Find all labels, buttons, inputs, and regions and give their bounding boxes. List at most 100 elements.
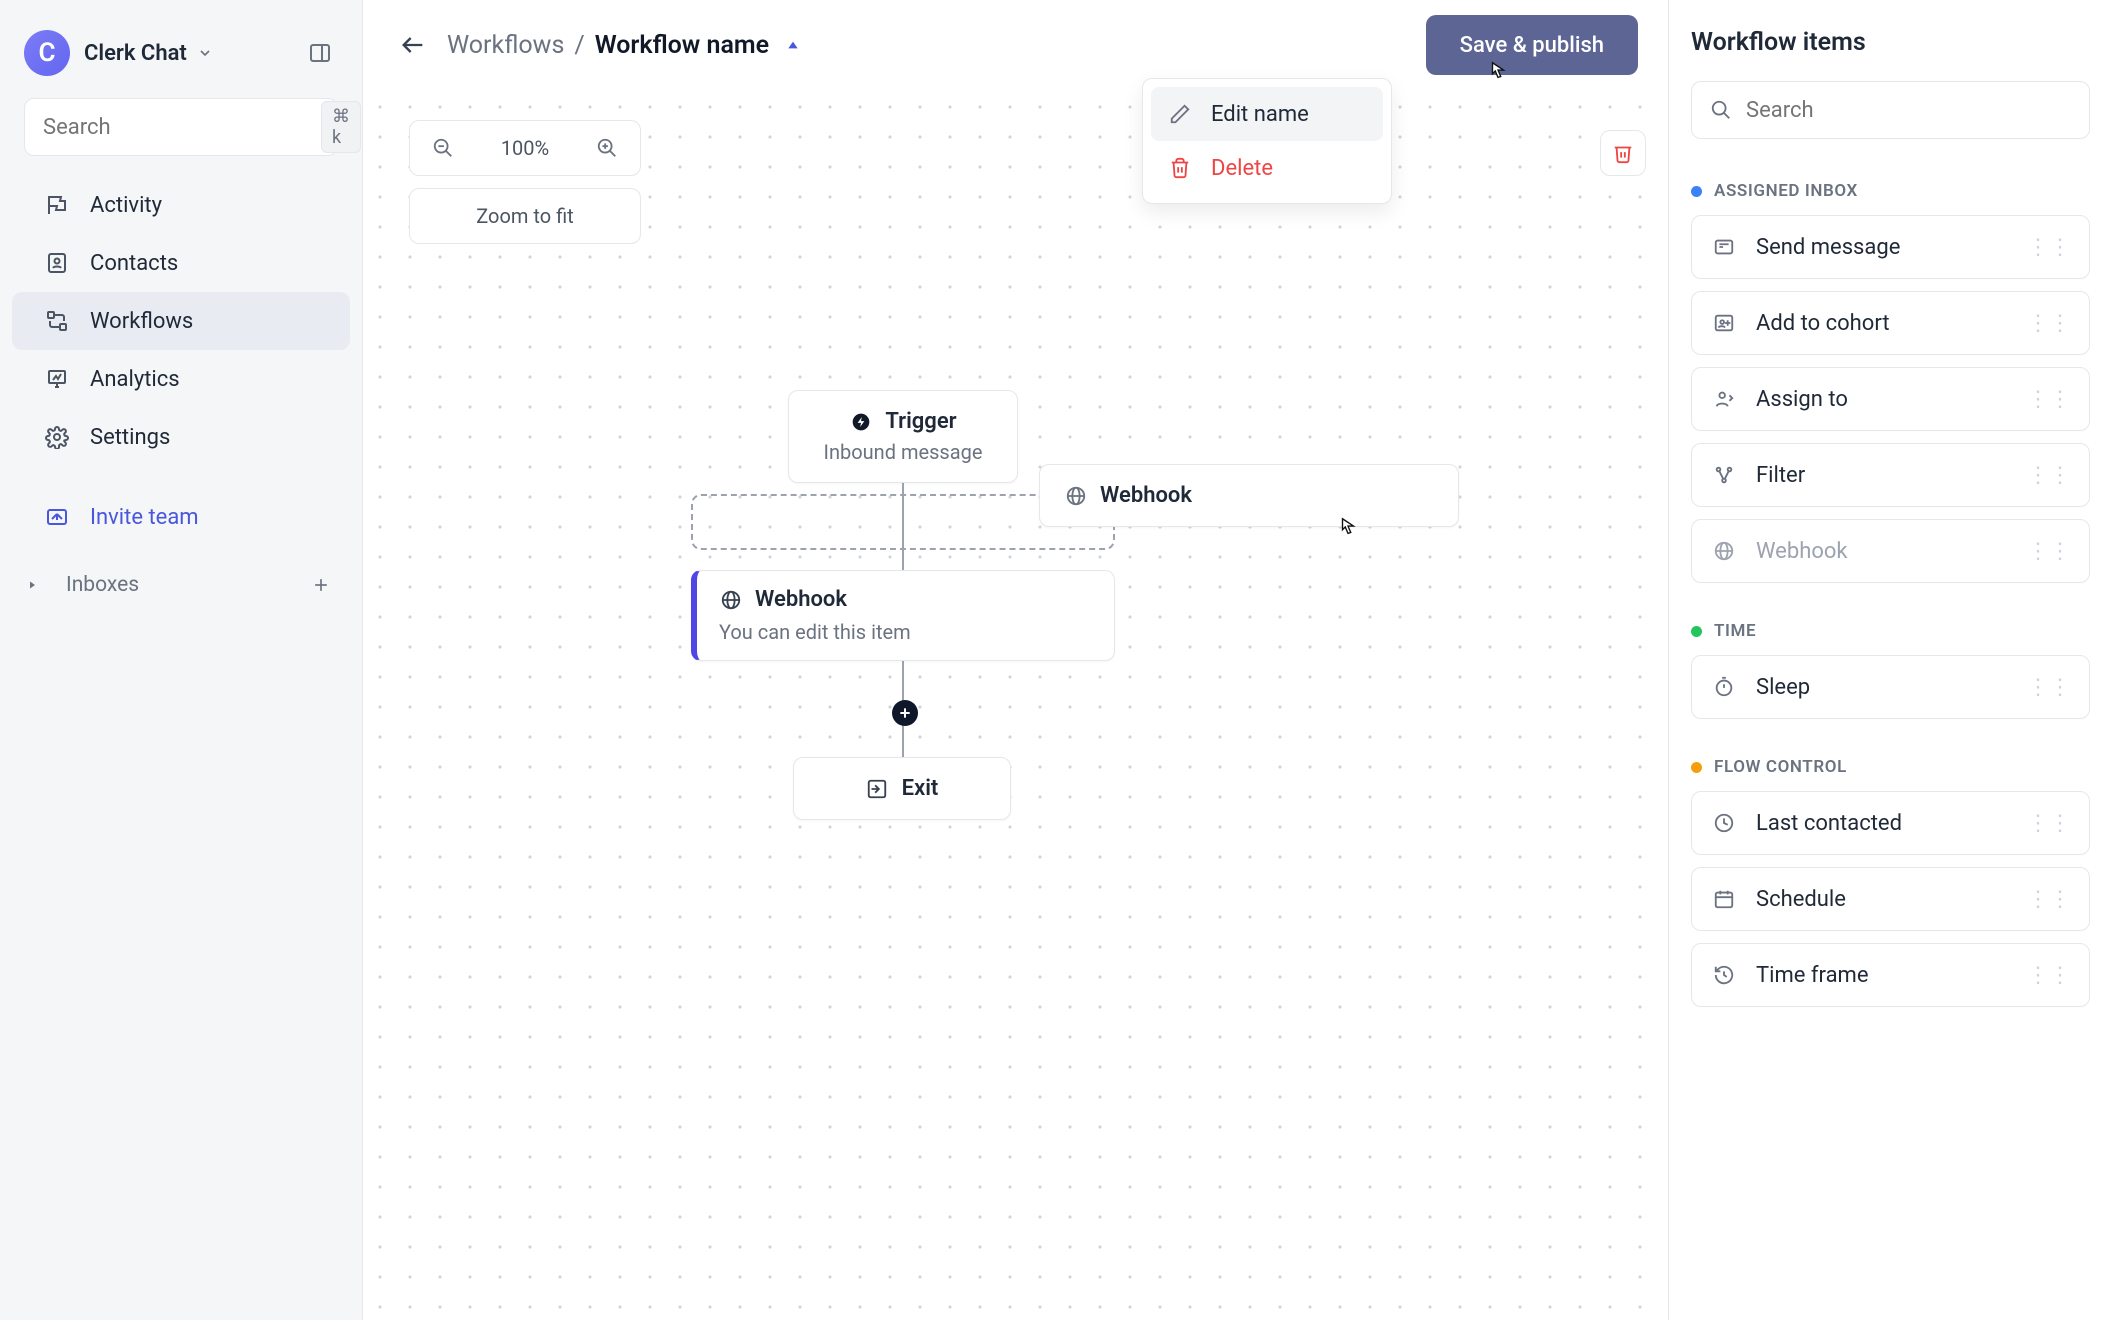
- breadcrumb-workflows[interactable]: Workflows: [447, 31, 564, 60]
- left-sidebar: C Clerk Chat ⌘ k Activity Contacts Workf…: [0, 0, 363, 1320]
- collapse-sidebar-icon[interactable]: [302, 35, 338, 71]
- workflow-canvas[interactable]: Workflows / Workflow name Save & publish…: [363, 0, 1668, 1320]
- wf-item-label: Webhook: [1756, 539, 1848, 564]
- zoom-to-fit-button[interactable]: Zoom to fit: [409, 188, 641, 244]
- webhook-step[interactable]: Webhook You can edit this item: [691, 570, 1115, 661]
- node-title: Webhook: [1100, 483, 1192, 508]
- grip-icon: ⋮⋮: [2027, 235, 2071, 260]
- trash-icon: [1167, 155, 1193, 181]
- nav-activity[interactable]: Activity: [12, 176, 350, 234]
- canvas-toolbar: Workflows / Workflow name Save & publish: [363, 0, 1668, 90]
- breadcrumb-sep: /: [574, 31, 584, 60]
- wf-item-label: Filter: [1756, 463, 1805, 488]
- sidebar-search-input[interactable]: [43, 115, 321, 140]
- category-dot-icon: [1691, 186, 1702, 197]
- chevron-down-icon[interactable]: [197, 45, 213, 61]
- caret-right-icon[interactable]: [26, 579, 48, 591]
- wf-item-webhook[interactable]: Webhook ⋮⋮: [1691, 519, 2090, 583]
- globe-icon: [1064, 484, 1088, 508]
- add-step-icon[interactable]: [892, 700, 918, 726]
- wf-item-time-frame[interactable]: Time frame ⋮⋮: [1691, 943, 2090, 1007]
- calendar-icon: [1710, 885, 1738, 913]
- wf-item-send-message[interactable]: Send message ⋮⋮: [1691, 215, 2090, 279]
- filter-icon: [1710, 461, 1738, 489]
- panel-search-input[interactable]: [1746, 98, 2071, 123]
- wf-item-schedule[interactable]: Schedule ⋮⋮: [1691, 867, 2090, 931]
- nav-settings[interactable]: Settings: [12, 408, 350, 466]
- zoom-fit-label: Zoom to fit: [476, 204, 573, 228]
- panel-search[interactable]: [1691, 81, 2090, 139]
- brand-logo: C: [24, 30, 70, 76]
- category-dot-icon: [1691, 626, 1702, 637]
- add-inbox-icon[interactable]: [306, 570, 336, 600]
- nav-workflows[interactable]: Workflows: [12, 292, 350, 350]
- grip-icon: ⋮⋮: [2027, 311, 2071, 336]
- grip-icon: ⋮⋮: [2027, 539, 2071, 564]
- zoom-in-icon[interactable]: [592, 133, 622, 163]
- category-time: TIME: [1691, 621, 2090, 641]
- contacts-icon: [44, 250, 70, 276]
- node-title: Webhook: [755, 587, 847, 612]
- panel-title: Workflow items: [1691, 28, 2090, 57]
- nav-label: Contacts: [90, 251, 178, 276]
- zoom-row: 100%: [409, 120, 641, 176]
- wf-item-filter[interactable]: Filter ⋮⋮: [1691, 443, 2090, 507]
- wf-item-label: Send message: [1756, 235, 1900, 260]
- user-icon: [1710, 385, 1738, 413]
- analytics-icon: [44, 366, 70, 392]
- wf-item-assign-to[interactable]: Assign to ⋮⋮: [1691, 367, 2090, 431]
- trigger-node[interactable]: Trigger Inbound message: [788, 390, 1018, 483]
- wf-item-add-cohort[interactable]: Add to cohort ⋮⋮: [1691, 291, 2090, 355]
- wf-item-label: Sleep: [1756, 675, 1810, 700]
- dragging-item[interactable]: Webhook: [1039, 464, 1459, 527]
- zoom-out-icon[interactable]: [428, 133, 458, 163]
- pencil-icon: [1167, 101, 1193, 127]
- delete-step-button[interactable]: [1600, 130, 1646, 176]
- menu-label: Edit name: [1211, 102, 1309, 127]
- invite-label: Invite team: [90, 505, 199, 530]
- grip-icon: ⋮⋮: [2027, 387, 2071, 412]
- gear-icon: [44, 424, 70, 450]
- node-subtitle: Inbound message: [824, 440, 983, 464]
- sidebar-search[interactable]: ⌘ k: [24, 98, 338, 156]
- workflow-icon: [44, 308, 70, 334]
- cohort-icon: [1710, 309, 1738, 337]
- category-assigned-inbox: ASSIGNED INBOX: [1691, 181, 2090, 201]
- invite-team[interactable]: Invite team: [12, 488, 350, 546]
- nav-label: Settings: [90, 425, 170, 450]
- inboxes-section[interactable]: Inboxes: [0, 556, 362, 614]
- nav-analytics[interactable]: Analytics: [12, 350, 350, 408]
- category-dot-icon: [1691, 762, 1702, 773]
- menu-delete[interactable]: Delete: [1151, 141, 1383, 195]
- back-arrow-icon[interactable]: [393, 25, 433, 65]
- nav-label: Analytics: [90, 367, 180, 392]
- grip-icon: ⋮⋮: [2027, 963, 2071, 988]
- globe-icon: [1710, 537, 1738, 565]
- wf-item-label: Assign to: [1756, 387, 1848, 412]
- workflow-name-menu: Edit name Delete: [1142, 78, 1392, 204]
- grip-icon: ⋮⋮: [2027, 887, 2071, 912]
- flag-icon: [44, 192, 70, 218]
- nav-label: Activity: [90, 193, 162, 218]
- inboxes-label: Inboxes: [66, 573, 139, 597]
- breadcrumb: Workflows / Workflow name: [447, 31, 801, 60]
- zoom-level: 100%: [501, 136, 549, 160]
- caret-up-icon[interactable]: [785, 37, 801, 53]
- save-publish-button[interactable]: Save & publish: [1426, 15, 1638, 75]
- invite-icon: [44, 504, 70, 530]
- wf-item-sleep[interactable]: Sleep ⋮⋮: [1691, 655, 2090, 719]
- breadcrumb-current: Workflow name: [595, 31, 769, 60]
- grip-icon: ⋮⋮: [2027, 463, 2071, 488]
- wf-item-last-contacted[interactable]: Last contacted ⋮⋮: [1691, 791, 2090, 855]
- menu-edit-name[interactable]: Edit name: [1151, 87, 1383, 141]
- grip-icon: ⋮⋮: [2027, 811, 2071, 836]
- category-label: FLOW CONTROL: [1714, 757, 1847, 777]
- grip-icon: ⋮⋮: [2027, 675, 2071, 700]
- brand-header[interactable]: C Clerk Chat: [0, 18, 362, 98]
- nav-contacts[interactable]: Contacts: [12, 234, 350, 292]
- exit-node[interactable]: Exit: [793, 757, 1011, 820]
- exit-icon: [866, 778, 888, 800]
- wf-item-label: Last contacted: [1756, 811, 1902, 836]
- search-shortcut: ⌘ k: [321, 101, 361, 153]
- category-label: TIME: [1714, 621, 1756, 641]
